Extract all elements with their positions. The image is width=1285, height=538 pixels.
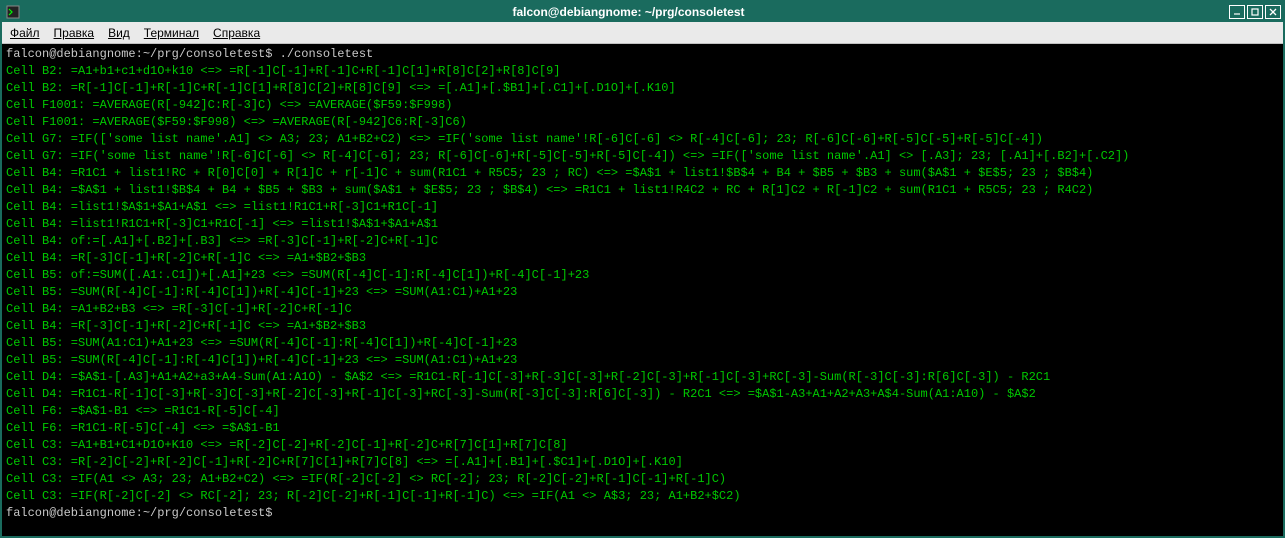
terminal-icon xyxy=(4,3,22,21)
terminal-output[interactable]: falcon@debiangnome:~/prg/consoletest$ ./… xyxy=(2,44,1283,536)
menu-file[interactable]: Файл xyxy=(10,26,40,40)
output-line: Cell B5: =SUM(R[-4]C[-1]:R[-4]C[1])+R[-4… xyxy=(6,352,1279,369)
output-line: Cell F6: =R1C1-R[-5]C[-4] <=> =$A$1-B1 xyxy=(6,420,1279,437)
output-line: Cell G7: =IF(['some list name'.A1] <> A3… xyxy=(6,131,1279,148)
output-line: Cell B5: =SUM(A1:C1)+A1+23 <=> =SUM(R[-4… xyxy=(6,335,1279,352)
output-line: Cell B4: of:=[.A1]+[.B2]+[.B3] <=> =R[-3… xyxy=(6,233,1279,250)
output-line: Cell B5: of:=SUM([.A1:.C1])+[.A1]+23 <=>… xyxy=(6,267,1279,284)
menu-help[interactable]: Справка xyxy=(213,26,260,40)
output-line: Cell B4: =list1!R1C1+R[-3]C1+R1C[-1] <=>… xyxy=(6,216,1279,233)
output-line: Cell G7: =IF('some list name'!R[-6]C[-6]… xyxy=(6,148,1279,165)
output-line: Cell B4: =list1!$A$1+$A1+A$1 <=> =list1!… xyxy=(6,199,1279,216)
terminal-window: falcon@debiangnome: ~/prg/consoletest Фа… xyxy=(0,0,1285,538)
output-line: Cell F1001: =AVERAGE($F59:$F998) <=> =AV… xyxy=(6,114,1279,131)
output-line: Cell B4: =$A$1 + list1!$B$4 + B4 + $B5 +… xyxy=(6,182,1279,199)
menu-view[interactable]: Вид xyxy=(108,26,130,40)
output-line: Cell B5: =SUM(R[-4]C[-1]:R[-4]C[1])+R[-4… xyxy=(6,284,1279,301)
output-line: Cell B4: =R[-3]C[-1]+R[-2]C+R[-1]C <=> =… xyxy=(6,250,1279,267)
prompt-line: falcon@debiangnome:~/prg/consoletest$ ./… xyxy=(6,46,1279,63)
output-line: Cell B2: =R[-1]C[-1]+R[-1]C+R[-1]C[1]+R[… xyxy=(6,80,1279,97)
output-line: Cell D4: =R1C1-R[-1]C[-3]+R[-3]C[-3]+R[-… xyxy=(6,386,1279,403)
output-line: Cell D4: =$A$1-[.A3]+A1+A2+a3+A4-Sum(A1:… xyxy=(6,369,1279,386)
menu-edit[interactable]: Правка xyxy=(54,26,95,40)
output-line: Cell B4: =A1+B2+B3 <=> =R[-3]C[-1]+R[-2]… xyxy=(6,301,1279,318)
titlebar[interactable]: falcon@debiangnome: ~/prg/consoletest xyxy=(2,2,1283,22)
close-button[interactable] xyxy=(1265,5,1281,19)
output-line: Cell F1001: =AVERAGE(R[-942]C:R[-3]C) <=… xyxy=(6,97,1279,114)
output-line: Cell B4: =R[-3]C[-1]+R[-2]C+R[-1]C <=> =… xyxy=(6,318,1279,335)
output-line: Cell B2: =A1+b1+c1+d1O+k10 <=> =R[-1]C[-… xyxy=(6,63,1279,80)
window-buttons xyxy=(1229,5,1281,19)
output-line: Cell F6: =$A$1-B1 <=> =R1C1-R[-5]C[-4] xyxy=(6,403,1279,420)
menu-terminal[interactable]: Терминал xyxy=(144,26,199,40)
maximize-button[interactable] xyxy=(1247,5,1263,19)
output-line: Cell C3: =R[-2]C[-2]+R[-2]C[-1]+R[-2]C+R… xyxy=(6,454,1279,471)
window-title: falcon@debiangnome: ~/prg/consoletest xyxy=(28,5,1229,19)
output-line: Cell B4: =R1C1 + list1!RC + R[0]C[0] + R… xyxy=(6,165,1279,182)
output-line: Cell C3: =IF(A1 <> A3; 23; A1+B2+C2) <=>… xyxy=(6,471,1279,488)
output-line: Cell C3: =A1+B1+C1+D1O+K10 <=> =R[-2]C[-… xyxy=(6,437,1279,454)
prompt-line: falcon@debiangnome:~/prg/consoletest$ xyxy=(6,505,1279,522)
minimize-button[interactable] xyxy=(1229,5,1245,19)
menubar: Файл Правка Вид Терминал Справка xyxy=(2,22,1283,44)
output-line: Cell C3: =IF(R[-2]C[-2] <> RC[-2]; 23; R… xyxy=(6,488,1279,505)
